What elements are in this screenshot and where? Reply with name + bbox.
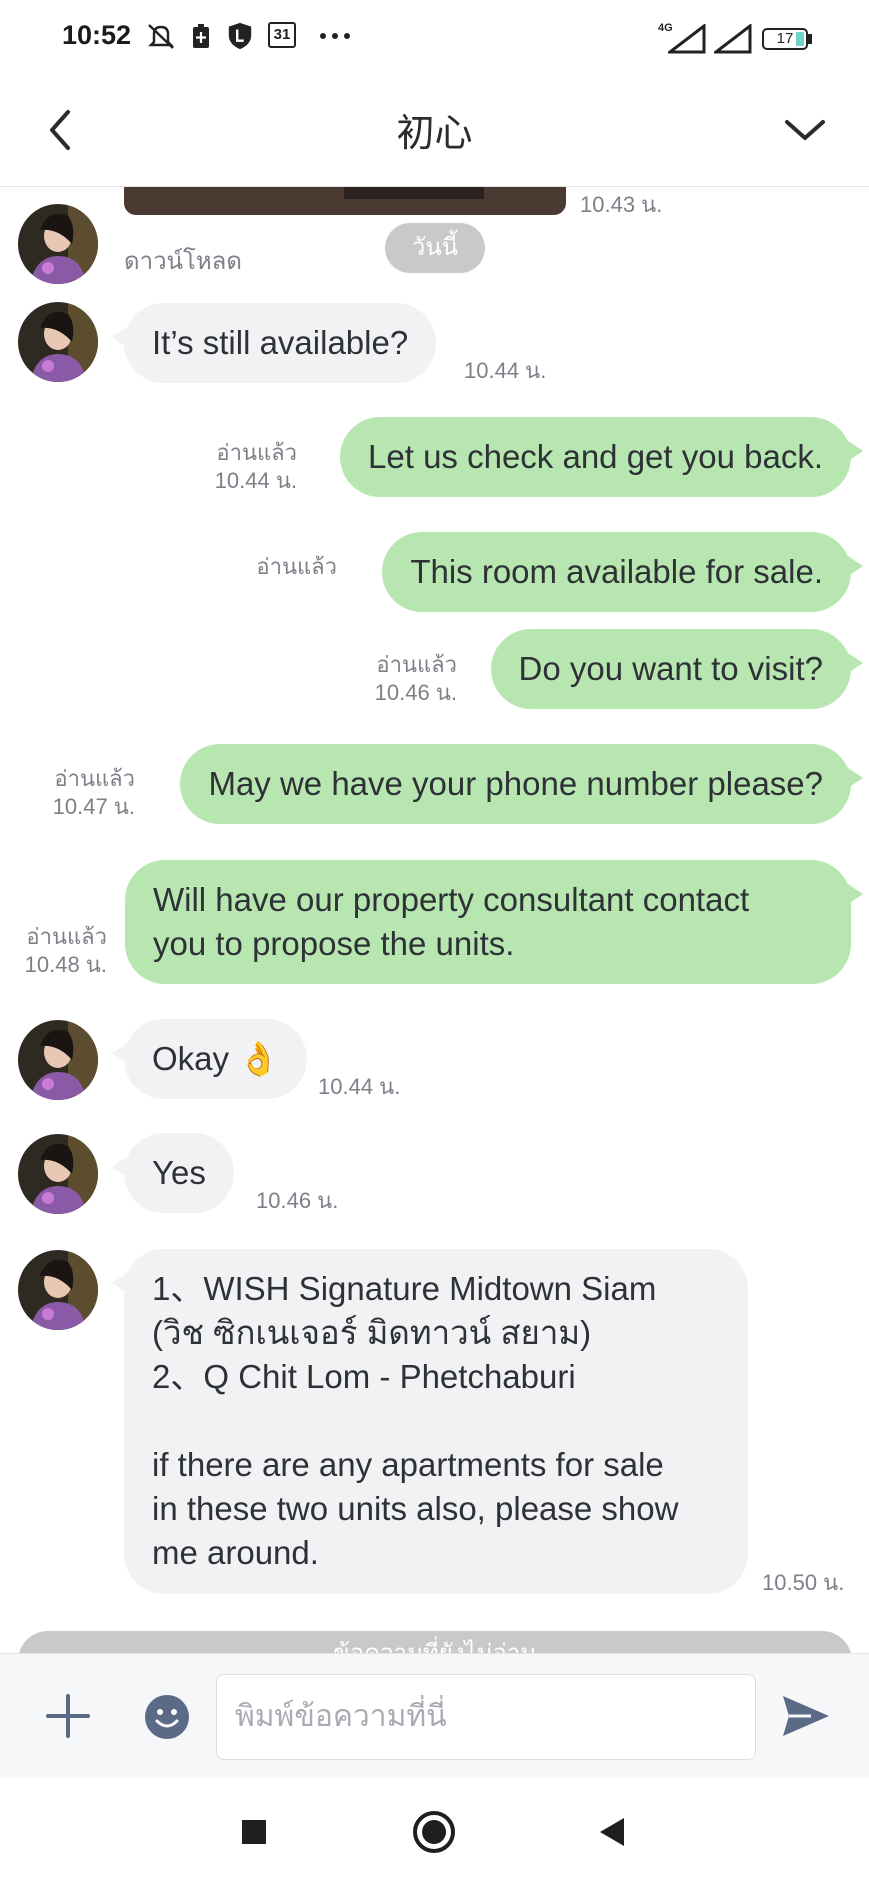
message-line: Will have our property consultant contac… bbox=[153, 881, 750, 918]
outgoing-message[interactable]: Do you want to visit? bbox=[490, 629, 864, 709]
message-line: me around. bbox=[152, 1534, 319, 1571]
emoji-icon[interactable] bbox=[144, 1694, 190, 1740]
message-line: 1、WISH Signature Midtown Siam bbox=[152, 1270, 657, 1307]
avatar-photo bbox=[18, 302, 98, 382]
outgoing-message[interactable]: This room available for sale. bbox=[382, 532, 863, 612]
image-message[interactable] bbox=[124, 187, 566, 215]
outgoing-message[interactable]: Let us check and get you back. bbox=[340, 417, 863, 497]
message-line: (วิช ซิกเนเจอร์ มิดทาวน์ สยาม) bbox=[152, 1314, 592, 1351]
back-triangle-icon[interactable] bbox=[594, 1812, 634, 1852]
battery-tip bbox=[808, 34, 812, 44]
incoming-message[interactable]: Yes bbox=[112, 1133, 234, 1213]
message-time: 10.46 น. bbox=[374, 680, 457, 705]
avatar[interactable] bbox=[18, 204, 98, 284]
chat-title: 初心 bbox=[396, 111, 473, 155]
recents-square-icon[interactable] bbox=[234, 1812, 274, 1852]
avatar[interactable] bbox=[18, 302, 98, 382]
message-line: you to propose the units. bbox=[153, 925, 515, 962]
more-dots-icon bbox=[320, 33, 350, 39]
calendar-31-icon: 31 bbox=[268, 22, 296, 48]
read-label: อ่านแล้ว bbox=[376, 652, 457, 677]
outgoing-message[interactable]: May we have your phone number please? bbox=[180, 744, 863, 824]
unread-banner: ข้อความที่ยังไม่อ่าน bbox=[18, 1631, 852, 1653]
read-label: อ่านแล้ว bbox=[26, 924, 107, 949]
avatar[interactable] bbox=[18, 1020, 98, 1100]
chevron-down-icon[interactable] bbox=[777, 104, 833, 160]
message-time: 10.50 น. bbox=[762, 1570, 845, 1595]
message-time: 10.47 น. bbox=[52, 794, 135, 819]
avatar-photo bbox=[18, 1134, 98, 1214]
incoming-message[interactable]: 1、WISH Signature Midtown Siam (วิช ซิกเน… bbox=[112, 1249, 748, 1594]
system-nav-bar bbox=[0, 1778, 869, 1883]
incoming-message[interactable]: Okay 👌 bbox=[111, 1019, 308, 1099]
read-receipt: อ่านแล้ว 10.47 น. bbox=[53, 765, 135, 821]
read-receipt: อ่านแล้ว bbox=[256, 554, 337, 579]
battery-saver-icon bbox=[193, 24, 209, 48]
date-chip: วันนี้ bbox=[385, 223, 485, 273]
chat-header: 初心 bbox=[0, 76, 869, 187]
download-label[interactable]: ดาวน์โหลด bbox=[124, 241, 242, 280]
message-line: in these two units also, please show bbox=[152, 1490, 679, 1527]
message-time: 10.48 น. bbox=[24, 952, 107, 977]
plus-icon[interactable] bbox=[40, 1688, 96, 1744]
read-receipt: อ่านแล้ว 10.44 น. bbox=[215, 439, 297, 495]
outgoing-message[interactable]: Will have our property consultant contac… bbox=[125, 860, 863, 984]
message-time: 10.44 น. bbox=[318, 1074, 401, 1099]
signal-icon bbox=[668, 24, 706, 54]
home-circle-icon[interactable] bbox=[412, 1810, 456, 1854]
avatar-photo bbox=[18, 204, 98, 284]
message-input[interactable] bbox=[216, 1674, 756, 1760]
message-input-bar bbox=[0, 1653, 869, 1779]
message-line: if there are any apartments for sale bbox=[152, 1446, 664, 1483]
read-receipt: อ่านแล้ว 10.46 น. bbox=[375, 651, 457, 707]
message-time: 10.43 น. bbox=[580, 192, 663, 217]
status-bar: 10:52 31 4G 17 bbox=[0, 0, 869, 76]
battery-level: 17 bbox=[776, 30, 794, 47]
message-line: 2、Q Chit Lom - Phetchaburi bbox=[152, 1358, 576, 1395]
status-time: 10:52 bbox=[62, 20, 132, 50]
message-list[interactable]: 10.43 น. ดาวน์โหลด วันนี้ It’s still ava… bbox=[0, 187, 869, 1653]
message-time: 10.44 น. bbox=[214, 468, 297, 493]
read-label: อ่านแล้ว bbox=[54, 766, 135, 791]
avatar[interactable] bbox=[18, 1134, 98, 1214]
shield-l-icon bbox=[228, 22, 252, 50]
message-time: 10.44 น. bbox=[464, 358, 547, 383]
signal-icon-2 bbox=[714, 24, 752, 54]
avatar-photo bbox=[18, 1250, 98, 1330]
read-receipt: อ่านแล้ว 10.48 น. bbox=[25, 923, 107, 979]
incoming-message[interactable]: It’s still available? bbox=[111, 303, 437, 383]
avatar-photo bbox=[18, 1020, 98, 1100]
message-time: 10.46 น. bbox=[256, 1188, 339, 1213]
send-icon[interactable] bbox=[777, 1688, 833, 1744]
read-label: อ่านแล้ว bbox=[216, 440, 297, 465]
battery-icon: 17 bbox=[762, 28, 808, 50]
bell-off-icon bbox=[148, 24, 174, 49]
avatar[interactable] bbox=[18, 1250, 98, 1330]
